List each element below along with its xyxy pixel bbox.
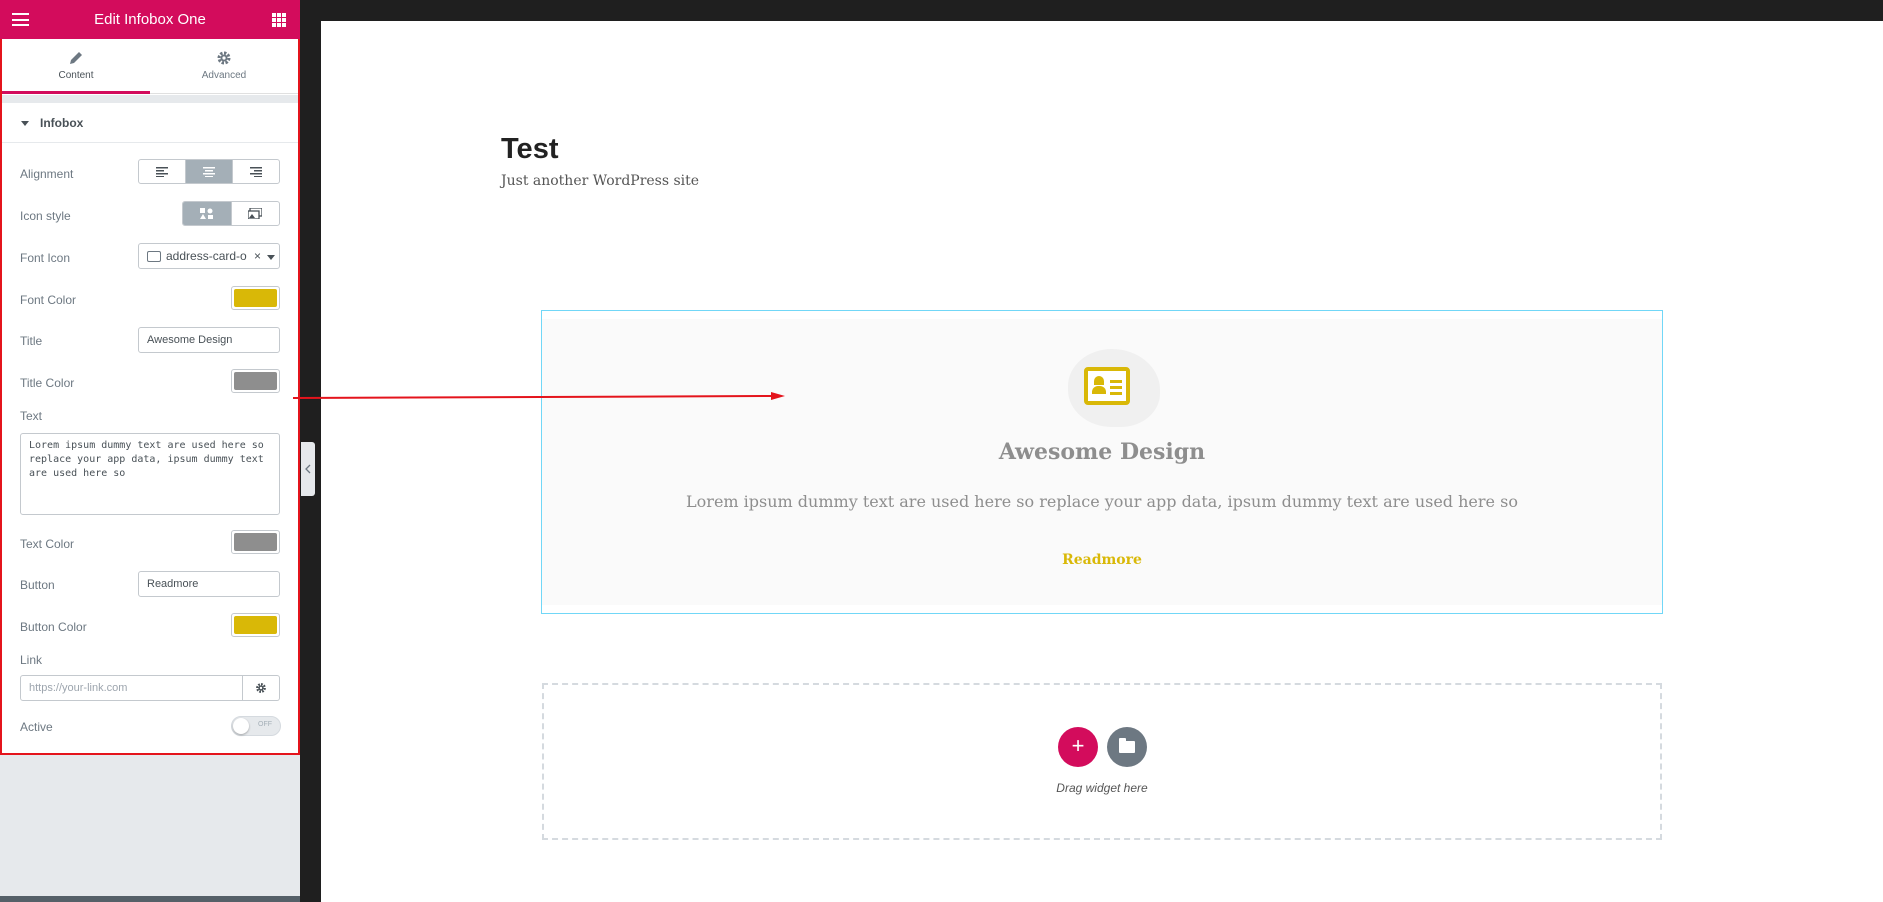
link-url-input[interactable]: https://your-link.com <box>20 675 243 701</box>
tab-advanced[interactable]: Advanced <box>150 39 298 94</box>
readmore-link[interactable]: Readmore <box>542 552 1662 568</box>
button-text-input[interactable]: Readmore <box>138 571 280 597</box>
panel-collapse-button[interactable] <box>301 442 315 496</box>
align-left-button[interactable] <box>139 160 186 183</box>
infobox-text: Lorem ipsum dummy text are used here so … <box>686 492 1518 511</box>
text-color-label: Text Color <box>20 537 75 551</box>
folder-icon <box>1119 738 1135 753</box>
icon-style-control <box>182 201 280 226</box>
icon-style-label: Icon style <box>20 209 71 223</box>
panel-footer <box>0 896 300 902</box>
text-label: Text <box>20 409 43 423</box>
site-title[interactable]: Test <box>501 133 558 166</box>
active-toggle[interactable]: OFF <box>231 716 281 736</box>
font-icon-select[interactable]: address-card-o × <box>138 243 280 269</box>
align-center-icon <box>203 166 215 177</box>
tab-content-label: Content <box>58 70 94 81</box>
toggle-knob <box>233 718 249 734</box>
font-color-label: Font Color <box>20 293 77 307</box>
panel-title: Edit Infobox One <box>94 11 206 28</box>
widget-dropzone: + Drag widget here <box>542 683 1662 840</box>
link-label: Link <box>20 653 43 667</box>
align-center-button[interactable] <box>186 160 233 183</box>
title-color-swatch <box>234 372 277 390</box>
clear-icon[interactable]: × <box>254 249 261 263</box>
infobox-widget[interactable]: Awesome Design Lorem ipsum dummy text ar… <box>541 310 1663 614</box>
shapes-icon <box>199 207 213 219</box>
site-tagline: Just another WordPress site <box>501 173 700 189</box>
page-preview: Test Just another WordPress site Awesome… <box>321 21 1883 902</box>
title-label: Title <box>20 334 43 348</box>
text-color-swatch <box>234 533 277 551</box>
alignment-control <box>138 159 280 184</box>
icon-style-image-button[interactable] <box>232 202 280 225</box>
title-color-label: Title Color <box>20 376 75 390</box>
panel-header: Edit Infobox One <box>0 0 300 39</box>
tab-advanced-label: Advanced <box>201 70 247 81</box>
infobox-title: Awesome Design <box>998 439 1206 465</box>
active-label: Active <box>20 720 53 734</box>
add-section-button[interactable]: + <box>1058 727 1098 767</box>
image-icon <box>248 208 263 219</box>
toggle-state-text: OFF <box>258 721 272 728</box>
address-card-icon <box>1084 367 1130 405</box>
tab-content[interactable]: Content <box>2 39 150 94</box>
chevron-left-icon <box>305 464 311 474</box>
widgets-grid-icon[interactable] <box>272 13 286 27</box>
font-icon-label: Font Icon <box>20 251 71 265</box>
editor-panel: Edit Infobox One Content Advanced Infobo… <box>0 0 300 902</box>
infobox-inner: Awesome Design Lorem ipsum dummy text ar… <box>542 319 1662 605</box>
align-left-icon <box>156 166 168 177</box>
button-color-label: Button Color <box>20 620 87 634</box>
icon-style-icon-button[interactable] <box>183 202 232 225</box>
section-infobox-toggle[interactable]: Infobox <box>2 103 298 143</box>
font-color-swatch <box>234 289 277 307</box>
dropzone-hint: Drag widget here <box>1056 781 1148 795</box>
gear-icon <box>255 683 266 693</box>
font-color-picker[interactable] <box>231 286 280 310</box>
chevron-down-icon <box>267 255 275 260</box>
title-input[interactable]: Awesome Design <box>138 327 280 353</box>
align-right-icon <box>250 166 262 177</box>
gear-icon <box>217 51 231 65</box>
panel-tabs: Content Advanced <box>2 39 298 94</box>
button-label: Button <box>20 578 55 592</box>
title-color-picker[interactable] <box>231 369 280 393</box>
font-icon-value: address-card-o <box>166 249 247 263</box>
button-color-picker[interactable] <box>231 613 280 637</box>
template-library-button[interactable] <box>1107 727 1147 767</box>
section-divider <box>2 95 298 103</box>
address-card-icon <box>147 251 161 262</box>
link-options-button[interactable] <box>242 675 280 701</box>
alignment-label: Alignment <box>20 167 74 181</box>
panel-content: Content Advanced Infobox Alignment Icon … <box>0 39 300 755</box>
caret-down-icon <box>21 121 29 126</box>
button-color-swatch <box>234 616 277 634</box>
text-textarea[interactable]: Lorem ipsum dummy text are used here so … <box>20 433 280 515</box>
section-title: Infobox <box>40 116 84 130</box>
annotation-arrow-icon <box>293 392 785 400</box>
pencil-icon <box>70 52 82 64</box>
text-color-picker[interactable] <box>231 530 280 554</box>
align-right-button[interactable] <box>233 160 279 183</box>
